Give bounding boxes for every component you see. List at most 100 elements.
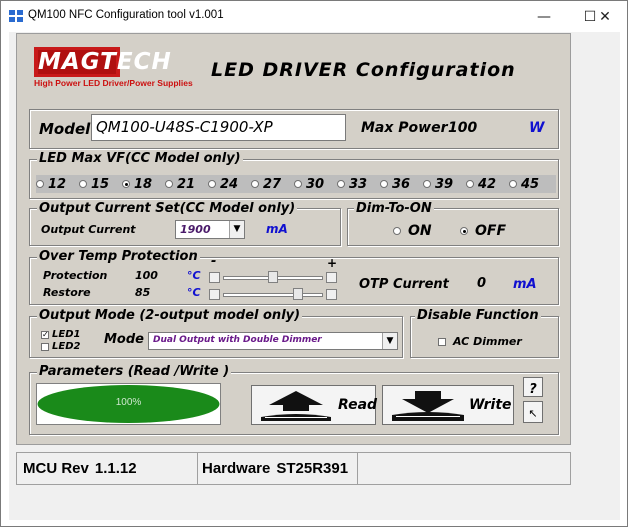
hardware-label: Hardware (202, 460, 271, 477)
vf-option-27[interactable]: 27 (251, 175, 281, 193)
vf-option-24[interactable]: 24 (208, 175, 238, 193)
restore-slider[interactable] (209, 288, 337, 300)
otp-plus-label: + (327, 256, 338, 270)
dim-to-on-title: Dim-To-ON (354, 201, 434, 216)
radio-icon (79, 180, 87, 188)
max-power-unit: W (529, 120, 545, 136)
radio-icon (208, 180, 216, 188)
upload-icon (261, 391, 331, 421)
write-label: Write (469, 397, 512, 413)
close-button[interactable]: ✕ (582, 1, 628, 32)
slider-thumb[interactable] (293, 288, 304, 300)
radio-selected-icon (460, 227, 468, 235)
brand-logo: MAGTECH High Power LED Driver/Power Supp… (34, 43, 194, 95)
otp-minus-label: - (211, 254, 217, 269)
parameters-title: Parameters (Read /Write ) (37, 364, 232, 379)
restore-unit: °C (187, 286, 201, 299)
status-bar: MCU Rev 1.1.12 Hardware ST25R391 (16, 452, 571, 485)
restore-value: 85 (135, 286, 151, 299)
radio-icon (466, 180, 474, 188)
radio-icon (380, 180, 388, 188)
window-title: QM100 NFC Configuration tool v1.001 (28, 9, 224, 21)
output-current-label: Output Current (41, 223, 136, 236)
slider-right-button[interactable] (326, 272, 337, 283)
radio-icon (337, 180, 345, 188)
vf-option-42[interactable]: 42 (466, 175, 496, 193)
led-vf-options: 12 15 18 21 24 27 30 33 36 39 42 45 (36, 175, 556, 193)
vf-option-39[interactable]: 39 (423, 175, 453, 193)
otp-title: Over Temp Protection (37, 249, 200, 264)
max-power-label: Max Power (361, 120, 448, 136)
read-button[interactable]: Read (251, 385, 378, 425)
led-vf-title: LED Max VF(CC Model only) (37, 151, 243, 166)
checkbox-checked-icon: ✓ (41, 329, 49, 339)
hardware-field: Hardware ST25R391 (198, 453, 358, 484)
dim-off-radio[interactable]: OFF (460, 223, 506, 239)
pointer-icon: ↖ (528, 407, 538, 420)
vf-option-12[interactable]: 12 (36, 175, 66, 193)
vf-option-21[interactable]: 21 (165, 175, 195, 193)
vf-option-45[interactable]: 45 (509, 175, 539, 193)
protection-unit: °C (187, 269, 201, 282)
pointer-button[interactable]: ↖ (523, 401, 543, 423)
title-bar[interactable]: QM100 NFC Configuration tool v1.001 — ☐ … (1, 1, 627, 32)
radio-icon (423, 180, 431, 188)
protection-slider[interactable] (209, 271, 337, 283)
radio-icon (251, 180, 259, 188)
ac-dimmer-checkbox[interactable]: AC Dimmer (438, 335, 522, 348)
radio-icon (393, 227, 401, 235)
output-current-unit: mA (266, 222, 288, 236)
write-button[interactable]: Write (382, 385, 514, 425)
model-value: QM100-U48S-C1900-XP (96, 118, 273, 136)
page-title: LED DRIVER Configuration (211, 59, 516, 81)
otp-current-unit: mA (513, 277, 537, 292)
otp-current-label: OTP Current (359, 277, 449, 292)
dim-on-radio[interactable]: ON (393, 223, 432, 239)
slider-track (223, 293, 323, 297)
vf-option-33[interactable]: 33 (337, 175, 367, 193)
vf-option-30[interactable]: 30 (294, 175, 324, 193)
logo-text: MAGTECH (38, 49, 172, 75)
model-label: Model (39, 120, 91, 138)
radio-selected-icon (122, 180, 130, 188)
progress-text: 100% (115, 397, 142, 408)
chevron-down-icon[interactable]: ▼ (382, 333, 397, 349)
vf-option-18[interactable]: 18 (122, 175, 152, 193)
slider-thumb[interactable] (268, 271, 278, 283)
help-button[interactable]: ? (523, 377, 543, 397)
led1-checkbox[interactable]: ✓ LED1 (41, 329, 80, 340)
protection-value: 100 (135, 269, 158, 282)
led2-checkbox[interactable]: LED2 (41, 341, 80, 352)
disable-function-title: Disable Function (415, 308, 541, 323)
mode-label: Mode (104, 332, 144, 347)
mcu-rev-value: 1.1.12 (94, 460, 137, 477)
application-window: QM100 NFC Configuration tool v1.001 — ☐ … (0, 0, 628, 527)
radio-icon (36, 180, 44, 188)
slider-left-button[interactable] (209, 289, 220, 300)
output-current-select[interactable]: 1900 ▼ (175, 220, 245, 239)
radio-icon (294, 180, 302, 188)
restore-label: Restore (43, 286, 91, 299)
read-label: Read (338, 397, 378, 413)
mode-value: Dual Output with Double Dimmer (153, 335, 322, 345)
logo-tagline: High Power LED Driver/Power Supplies (34, 78, 193, 88)
minimize-button[interactable]: — (521, 1, 567, 32)
chevron-down-icon[interactable]: ▼ (229, 221, 244, 238)
vf-option-15[interactable]: 15 (79, 175, 109, 193)
protection-label: Protection (43, 269, 108, 282)
checkbox-icon (438, 337, 446, 346)
help-icon: ? (529, 382, 537, 397)
max-power-value: 100 (448, 120, 478, 136)
checkbox-icon (41, 342, 49, 351)
radio-icon (165, 180, 173, 188)
mode-select[interactable]: Dual Output with Double Dimmer ▼ (148, 332, 398, 350)
app-icon (9, 10, 23, 22)
slider-left-button[interactable] (209, 272, 220, 283)
output-current-value: 1900 (180, 223, 211, 236)
slider-right-button[interactable] (326, 289, 337, 300)
model-input[interactable]: QM100-U48S-C1900-XP (91, 114, 346, 141)
download-icon (392, 391, 464, 421)
mcu-rev-label: MCU Rev (23, 460, 89, 477)
vf-option-36[interactable]: 36 (380, 175, 410, 193)
progress-frame: 100% (36, 383, 221, 425)
